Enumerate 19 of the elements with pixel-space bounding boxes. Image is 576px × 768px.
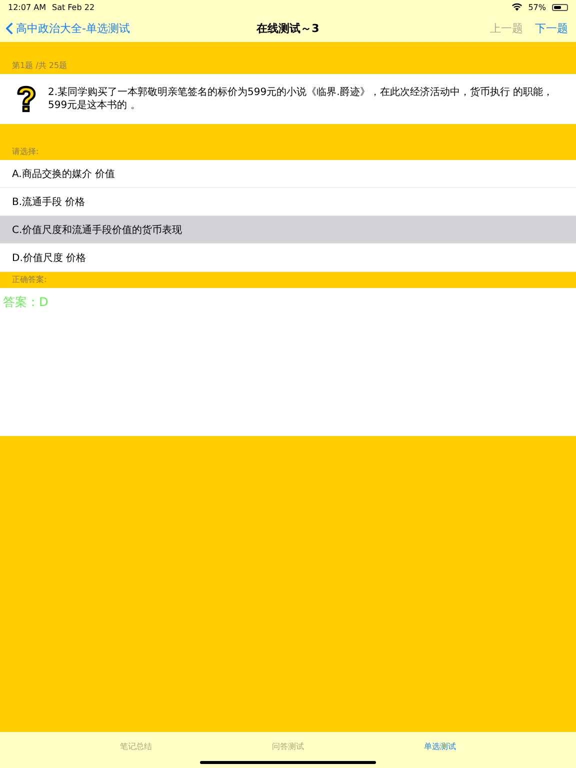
status-date: Sat Feb 22 (52, 2, 95, 12)
status-time: 12:07 AM (8, 2, 46, 12)
battery-percent: 57% (528, 2, 546, 12)
wifi-icon (512, 3, 522, 11)
tab[interactable]: 问答测试 (212, 732, 364, 753)
question-text: 2.某同学购买了一本郭敬明亲笔签名的标价为599元的小说《临界.爵迹》，在此次经济活动中，货币执行 的职能，599元是这本书的 。 (48, 86, 554, 112)
question-counter: 第1题 /共 25题 (12, 60, 68, 71)
next-button[interactable]: 下一题 (533, 20, 570, 36)
battery-icon (552, 4, 568, 10)
back-chevron-icon[interactable] (6, 22, 13, 34)
question-mark-icon (14, 85, 38, 113)
tab[interactable]: 笔记总结 (60, 732, 212, 753)
answer-label: 正确答案: (12, 274, 47, 285)
choose-label: 请选择: (12, 146, 39, 157)
tab[interactable]: 单选测试 (364, 732, 516, 753)
option-row[interactable]: C.价值尺度和流通手段价值的货币表现 (0, 216, 576, 244)
nav-title: 在线测试～3 (256, 20, 320, 36)
answer-text: 答案：D (3, 295, 48, 309)
back-button[interactable]: 高中政治大全-单选测试 (6, 20, 130, 36)
